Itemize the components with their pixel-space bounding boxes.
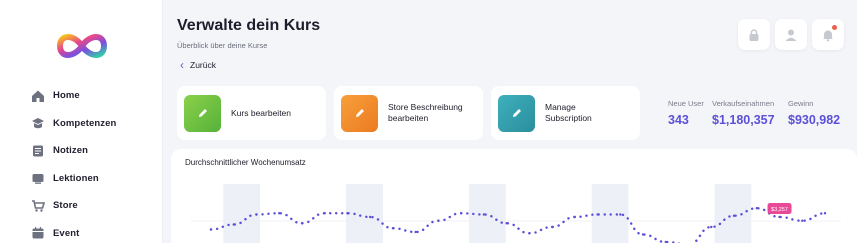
- chart-point: [619, 213, 622, 216]
- card-label: Store Beschreibung bearbeiten: [388, 102, 463, 123]
- stat-value: 343: [668, 113, 689, 127]
- chart-point: [437, 219, 440, 222]
- chart-point: [641, 233, 645, 236]
- lock-button[interactable]: [738, 19, 770, 50]
- chevron-left-icon: ‹: [180, 58, 184, 72]
- logo-icon: [56, 34, 108, 58]
- pencil-icon: [184, 94, 221, 132]
- chart-point: [778, 215, 781, 219]
- chart-point: [232, 223, 235, 226]
- notes-icon: [33, 145, 43, 157]
- chart-point: [550, 225, 554, 229]
- card-label: Kurs bearbeiten: [231, 107, 292, 118]
- stat-sales-revenue: Verkaufseinahmen $1,180,357: [712, 99, 775, 127]
- back-label: Zurück: [190, 60, 216, 70]
- sidebar-item-label: Kompetenzen: [53, 117, 117, 129]
- manage-subscription-card[interactable]: Manage Subscription: [491, 86, 640, 140]
- chart-point: [596, 213, 599, 216]
- chart-point: [278, 212, 281, 215]
- sidebar: Home Kompetenzen Notizen Lektionen Store…: [0, 0, 163, 243]
- chart-point: [755, 207, 758, 210]
- sidebar-item-lektionen[interactable]: Lektionen: [31, 165, 116, 193]
- sidebar-item-label: Event: [53, 227, 80, 239]
- sidebar-item-label: Lektionen: [53, 172, 99, 184]
- stat-label: Neue User: [668, 99, 704, 108]
- notification-badge: [832, 25, 837, 30]
- back-button[interactable]: ‹ Zurück: [180, 58, 216, 72]
- page-subtitle: Überblick über deine Kurse: [177, 41, 268, 50]
- chart-point: [391, 227, 395, 230]
- sidebar-item-event[interactable]: Event: [31, 220, 116, 243]
- stat-label: Verkaufseinahmen: [712, 99, 775, 108]
- sidebar-nav: Home Kompetenzen Notizen Lektionen Store…: [31, 82, 116, 243]
- pencil-icon: [498, 94, 535, 132]
- page-title: Verwalte dein Kurs: [177, 17, 321, 34]
- main-content: Verwalte dein Kurs Überblick über deine …: [163, 0, 857, 243]
- home-icon: [32, 90, 44, 102]
- lessons-icon: [32, 174, 44, 185]
- chart-column-band: [346, 184, 383, 243]
- chart-point: [823, 212, 827, 215]
- sidebar-item-label: Notizen: [53, 145, 89, 157]
- sidebar-item-store[interactable]: Store: [31, 192, 116, 220]
- chart-point: [300, 222, 304, 225]
- card-label: Manage Subscription: [545, 102, 592, 123]
- user-icon: [785, 29, 797, 41]
- sidebar-item-label: Store: [53, 200, 78, 212]
- chart-point: [255, 213, 258, 216]
- cart-icon: [32, 199, 45, 212]
- chart-column-band: [714, 184, 752, 243]
- stat-label: Gewinn: [788, 99, 814, 108]
- lock-icon: [749, 28, 759, 41]
- weekly-revenue-chart: Durchschnittlicher Wochenumsatz $3,257: [171, 149, 857, 243]
- sidebar-item-kompetenzen[interactable]: Kompetenzen: [31, 110, 116, 138]
- stat-new-users: Neue User 343: [668, 99, 704, 127]
- chart-point: [323, 212, 326, 215]
- chart-point: [482, 213, 486, 216]
- chart-point: [346, 212, 349, 215]
- chart-point: [368, 215, 372, 219]
- chart-point: [732, 214, 736, 217]
- chart-point: [209, 228, 213, 231]
- chart-plot: $3,257: [191, 184, 841, 243]
- chart-column-band: [223, 184, 261, 243]
- sidebar-item-label: Home: [53, 90, 80, 102]
- profile-button[interactable]: [775, 19, 807, 50]
- chart-point: [801, 219, 804, 222]
- chart-point: [459, 212, 463, 215]
- stat-profit: Gewinn $930,982: [788, 99, 840, 127]
- chart-tooltip-label: $3,257: [771, 207, 788, 213]
- chart-point: [573, 215, 577, 219]
- edit-course-card[interactable]: Kurs bearbeiten: [177, 86, 326, 140]
- calendar-icon: [32, 227, 44, 239]
- edit-store-description-card[interactable]: Store Beschreibung bearbeiten: [334, 86, 483, 140]
- notifications-button[interactable]: [812, 19, 844, 50]
- sidebar-item-notizen[interactable]: Notizen: [31, 137, 116, 165]
- hat-icon: [32, 118, 44, 129]
- chart-point: [710, 225, 713, 229]
- chart-point: [505, 222, 508, 225]
- stat-value: $930,982: [788, 113, 841, 127]
- stat-value: $1,180,357: [712, 113, 775, 127]
- chart-point: [414, 230, 417, 234]
- chart-point: [528, 232, 531, 235]
- pencil-icon: [341, 94, 378, 132]
- sidebar-item-home[interactable]: Home: [31, 82, 116, 110]
